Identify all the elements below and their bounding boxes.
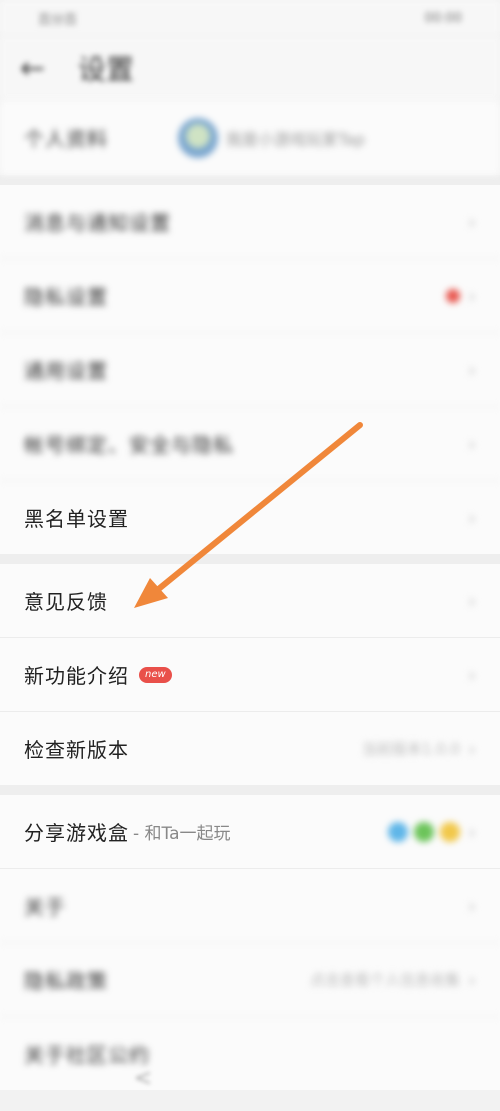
settings-section-c: 分享游戏盒 - 和Ta一起玩 › 关于 › 隐私政策 点击查看个人信息收集 › <box>0 795 500 1090</box>
list-item-label: 意见反馈 <box>24 590 108 614</box>
share-icon[interactable]: < <box>128 1066 158 1096</box>
settings-screen: 百分百 00:00 ← 设置 个人资料 我是小游戏玩家Tap 消息与通知设置 ›… <box>0 0 500 1111</box>
list-item[interactable]: 隐私政策 点击查看个人信息收集 › <box>0 943 500 1017</box>
version-value: 当前版本1.0.0 <box>361 740 460 758</box>
chevron-right-icon: › <box>468 209 476 234</box>
share-app-icons <box>388 821 460 842</box>
back-arrow-icon[interactable]: ← <box>20 51 70 86</box>
section-gap <box>0 175 500 185</box>
profile-value: 我是小游戏玩家Tap <box>226 129 366 149</box>
avatar <box>178 117 218 158</box>
section-gap <box>0 785 500 795</box>
chevron-right-icon: › <box>468 505 476 530</box>
new-badge: new <box>139 666 172 683</box>
header: ← 设置 <box>0 36 500 100</box>
feedback-row[interactable]: 意见反馈 › <box>0 564 500 638</box>
page-title: 设置 <box>78 53 135 86</box>
share-app-icon-2 <box>414 821 434 842</box>
list-item[interactable]: 通用设置 › <box>0 333 500 407</box>
list-item[interactable]: 隐私设置 › <box>0 259 500 333</box>
list-item[interactable]: 关于社区公约 <box>0 1017 500 1090</box>
list-item[interactable]: 关于 › <box>0 869 500 943</box>
chevron-right-icon: › <box>468 283 476 308</box>
check-update-row[interactable]: 检查新版本 当前版本1.0.0 › <box>0 712 500 785</box>
settings-section-a: 消息与通知设置 › 隐私设置 › 通用设置 › 帐号绑定、安全与隐私 › 黑名单… <box>0 185 500 554</box>
settings-section-b: 意见反馈 › 新功能介绍 new › 检查新版本 当前版本1.0.0 › <box>0 564 500 785</box>
list-item-label: 分享游戏盒 <box>24 821 129 845</box>
list-item-label: 隐私政策 <box>24 969 108 993</box>
list-item-label: 黑名单设置 <box>24 507 129 531</box>
section-gap <box>0 554 500 564</box>
share-row[interactable]: 分享游戏盒 - 和Ta一起玩 › <box>0 795 500 869</box>
profile-card: 个人资料 我是小游戏玩家Tap <box>0 100 500 175</box>
list-item[interactable]: 消息与通知设置 › <box>0 185 500 259</box>
chevron-right-icon: › <box>468 357 476 382</box>
chevron-right-icon: › <box>468 431 476 456</box>
status-right: 00:00 <box>424 10 462 26</box>
share-app-icon-3 <box>440 821 460 842</box>
chevron-right-icon: › <box>468 662 476 687</box>
list-item-label: 关于社区公约 <box>24 1043 150 1067</box>
list-item-label: 通用设置 <box>24 359 108 383</box>
profile-label: 个人资料 <box>24 127 108 151</box>
chevron-right-icon: › <box>468 819 476 844</box>
list-item-label: 帐号绑定、安全与隐私 <box>24 433 234 457</box>
status-bar: 百分百 00:00 <box>0 0 500 36</box>
chevron-right-icon: › <box>468 967 476 992</box>
new-features-row[interactable]: 新功能介绍 new › <box>0 638 500 712</box>
blacklist-row[interactable]: 黑名单设置 › <box>0 481 500 554</box>
list-item-label: 检查新版本 <box>24 738 129 762</box>
list-item-label: 新功能介绍 <box>24 664 129 688</box>
red-dot-badge <box>446 288 460 303</box>
profile-row[interactable]: 个人资料 我是小游戏玩家Tap <box>0 100 500 175</box>
share-app-icon-1 <box>388 821 408 842</box>
share-suffix: - 和Ta一起玩 <box>133 824 231 844</box>
chevron-right-icon: › <box>468 588 476 613</box>
list-item-label: 消息与通知设置 <box>24 211 171 235</box>
privacy-value: 点击查看个人信息收集 <box>309 971 460 989</box>
list-item-label: 关于 <box>24 895 66 919</box>
chevron-right-icon: › <box>468 893 476 918</box>
list-item-label: 隐私设置 <box>24 285 108 309</box>
status-left: 百分百 <box>38 12 78 28</box>
chevron-right-icon: › <box>468 736 476 761</box>
list-item[interactable]: 帐号绑定、安全与隐私 › <box>0 407 500 481</box>
